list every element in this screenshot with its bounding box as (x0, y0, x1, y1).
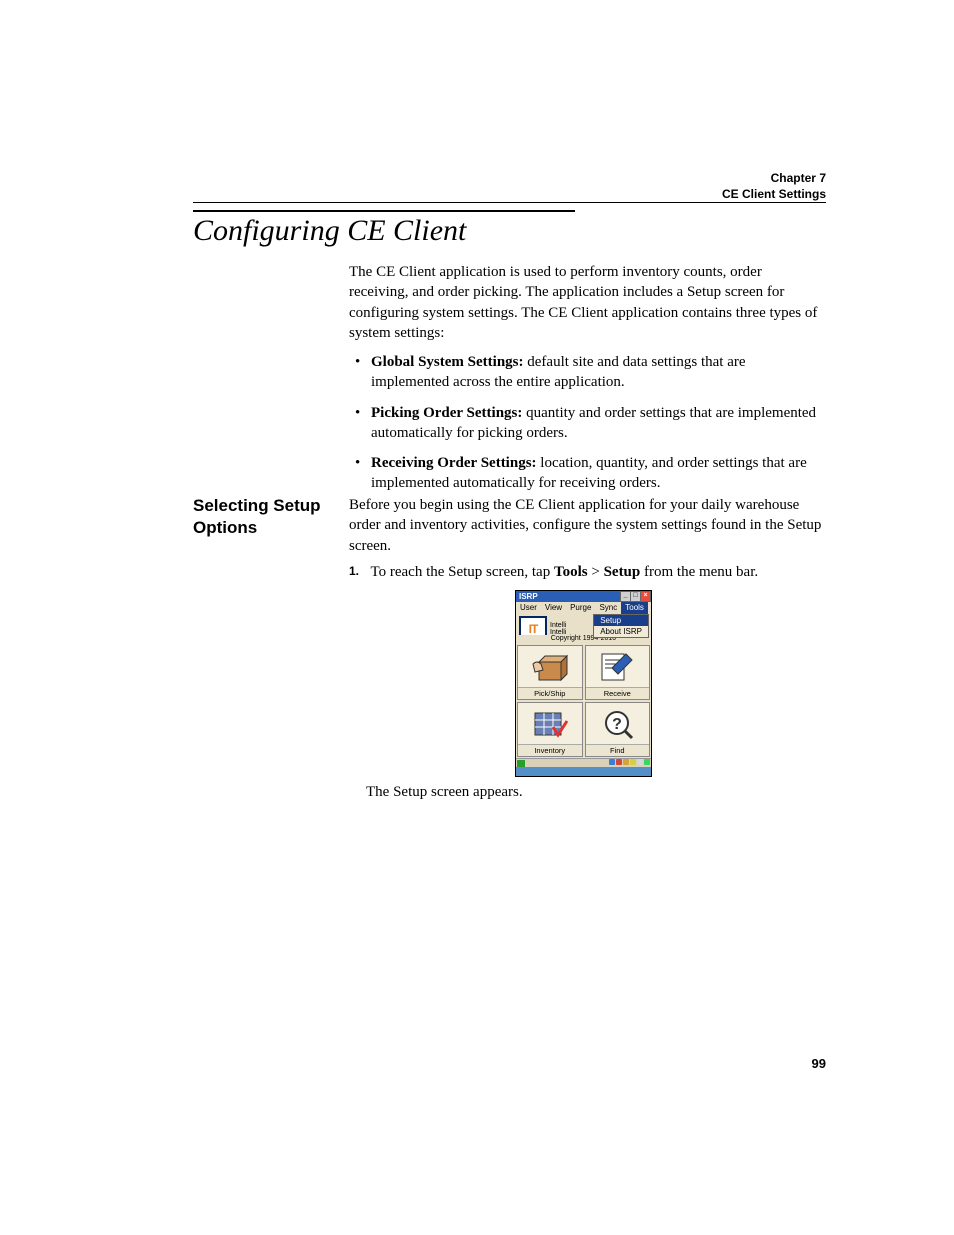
menu-view[interactable]: View (541, 602, 566, 614)
bullet-lead: Global System Settings: (371, 354, 524, 370)
cell-label: Find (586, 744, 650, 756)
tools-dropdown: Setup About ISRP (593, 614, 649, 638)
step-number: 1. (349, 564, 367, 578)
rule-top (193, 202, 826, 203)
intro-paragraph: The CE Client application is used to per… (349, 262, 825, 343)
chapter-subtitle: CE Client Settings (722, 186, 826, 202)
app-grid: Pick/Ship Receive (516, 644, 651, 766)
box-hands-icon (518, 646, 582, 687)
tray-icon (616, 759, 622, 765)
system-tray (609, 759, 650, 765)
cell-pick-ship[interactable]: Pick/Ship (517, 645, 583, 700)
close-button[interactable]: × (640, 591, 651, 602)
dropdown-item-setup[interactable]: Setup (594, 615, 648, 626)
page: Chapter 7 CE Client Settings Configuring… (0, 0, 954, 1235)
tray-icon (630, 759, 636, 765)
bullet-lead: Picking Order Settings: (371, 405, 522, 421)
tray-icon (623, 759, 629, 765)
page-number: 99 (812, 1056, 826, 1071)
cell-label: Inventory (518, 744, 582, 756)
chapter-label: Chapter 7 (722, 170, 826, 186)
start-button-icon[interactable] (517, 760, 525, 767)
menu-purge[interactable]: Purge (566, 602, 595, 614)
side-heading: Selecting Setup Options (193, 495, 333, 539)
embedded-screenshot: ISRP _ □ × User View Purge Sync Tools Se… (515, 590, 652, 777)
cell-label: Pick/Ship (518, 687, 582, 699)
running-header: Chapter 7 CE Client Settings (722, 170, 826, 202)
section-title: Configuring CE Client (193, 214, 466, 248)
bullet-item: Receiving Order Settings: location, quan… (349, 453, 825, 494)
bullet-item: Global System Settings: default site and… (349, 352, 825, 393)
cell-find[interactable]: ? Find (585, 702, 651, 757)
step-text: To reach the Setup screen, tap Tools > S… (370, 564, 758, 580)
cell-label: Receive (586, 687, 650, 699)
dropdown-item-about[interactable]: About ISRP (594, 626, 648, 637)
clipboard-pen-icon (586, 646, 650, 687)
step-1: 1. To reach the Setup screen, tap Tools … (349, 564, 825, 581)
shelf-check-icon (518, 703, 582, 744)
setup-paragraph: Before you begin using the CE Client app… (349, 495, 825, 556)
bullet-list: Global System Settings: default site and… (349, 352, 825, 504)
svg-text:?: ? (612, 716, 622, 733)
menu-bar: User View Purge Sync Tools (516, 602, 651, 614)
menu-sync[interactable]: Sync (595, 602, 621, 614)
tray-icon (637, 759, 643, 765)
bullet-item: Picking Order Settings: quantity and ord… (349, 403, 825, 444)
menu-user[interactable]: User (516, 602, 541, 614)
after-screenshot-text: The Setup screen appears. (366, 784, 523, 801)
tray-icon (644, 759, 650, 765)
question-mark-icon: ? (586, 703, 650, 744)
bullet-lead: Receiving Order Settings: (371, 455, 537, 471)
menu-tools[interactable]: Tools (621, 602, 648, 614)
window-buttons: _ □ × (621, 591, 651, 602)
window-titlebar: ISRP _ □ × (516, 591, 651, 602)
window-title: ISRP (519, 592, 538, 601)
taskbar (516, 758, 651, 767)
rule-under-title (193, 210, 575, 212)
tray-icon (609, 759, 615, 765)
cell-receive[interactable]: Receive (585, 645, 651, 700)
cell-inventory[interactable]: Inventory (517, 702, 583, 757)
